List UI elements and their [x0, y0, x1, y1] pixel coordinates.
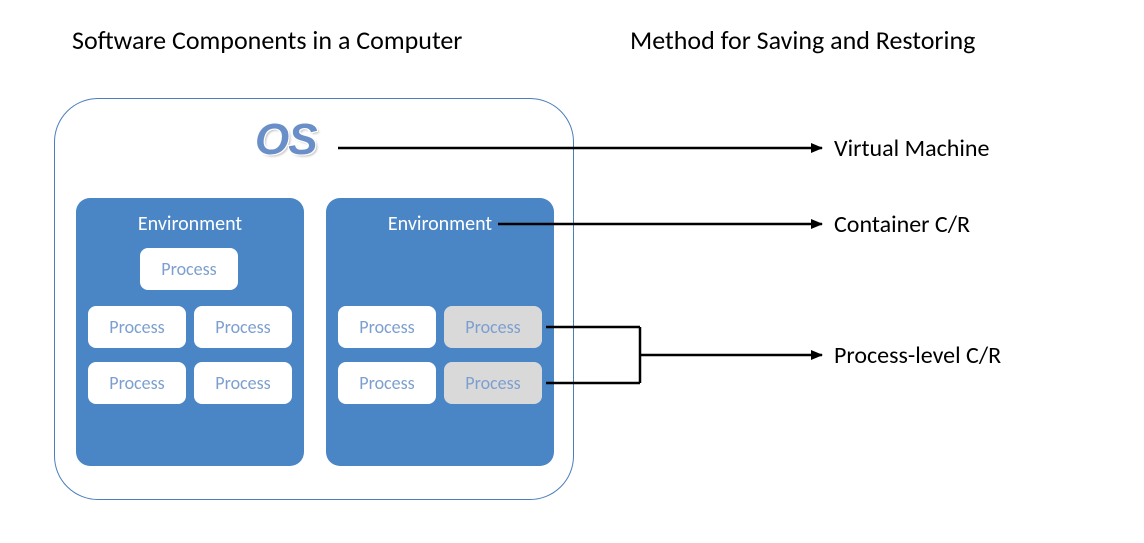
env1-process-2: Process	[194, 306, 292, 348]
env2-process-3: Process	[444, 362, 542, 404]
arrow-process-bracket	[546, 327, 822, 383]
environment-1-label: Environment	[76, 212, 304, 236]
method-process-label: Process-level C/R	[834, 341, 1001, 370]
env1-process-4: Process	[194, 362, 292, 404]
env2-process-1: Process	[444, 306, 542, 348]
env1-process-1: Process	[88, 306, 186, 348]
heading-components: Software Components in a Computer	[72, 24, 462, 56]
environment-2: Environment Process Process Process Proc…	[326, 198, 554, 466]
os-label: OS	[255, 115, 317, 165]
heading-methods: Method for Saving and Restoring	[630, 24, 975, 56]
method-vm-label: Virtual Machine	[834, 134, 989, 163]
env1-process-0: Process	[140, 248, 238, 290]
method-container-label: Container C/R	[834, 210, 970, 239]
environment-1: Environment Process Process Process Proc…	[76, 198, 304, 466]
env2-process-2: Process	[338, 362, 436, 404]
environment-2-label: Environment	[326, 212, 554, 236]
env2-process-0: Process	[338, 306, 436, 348]
env1-process-3: Process	[88, 362, 186, 404]
